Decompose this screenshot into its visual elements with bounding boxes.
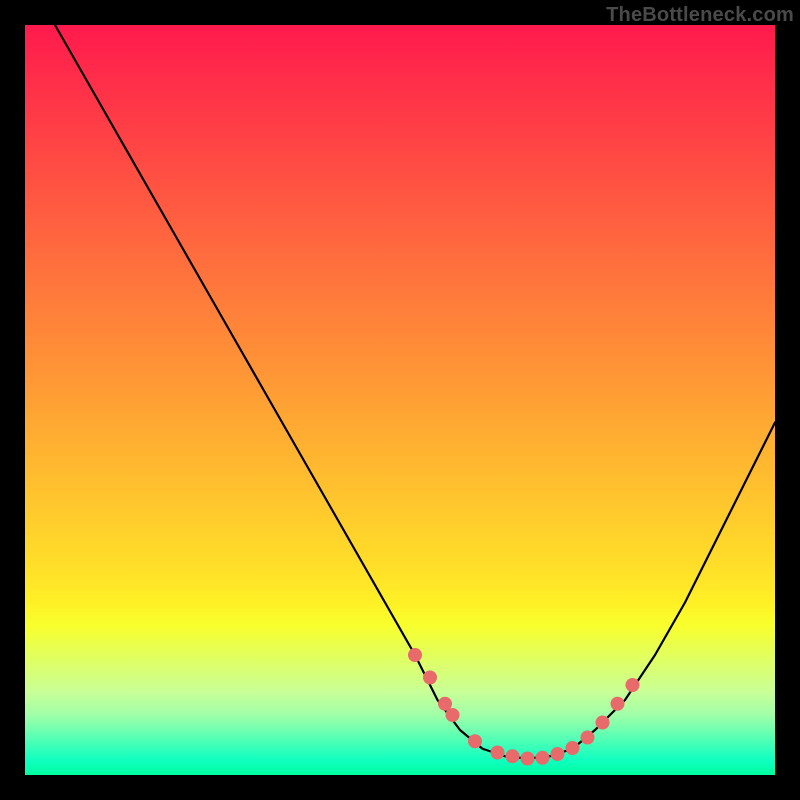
highlight-dot: [491, 746, 505, 760]
chart-frame: TheBottleneck.com: [0, 0, 800, 800]
highlight-dot: [596, 716, 610, 730]
highlight-dot: [423, 671, 437, 685]
highlight-dot: [566, 741, 580, 755]
highlight-dot: [506, 749, 520, 763]
plot-area: [25, 25, 775, 775]
highlight-dot: [446, 708, 460, 722]
highlight-dots: [408, 648, 640, 766]
watermark-text: TheBottleneck.com: [606, 4, 794, 27]
highlight-dot: [536, 751, 550, 765]
highlight-dot: [626, 678, 640, 692]
highlight-dot: [408, 648, 422, 662]
highlight-dot: [611, 697, 625, 711]
highlight-dot: [581, 731, 595, 745]
highlight-dot: [521, 752, 535, 766]
highlight-dot: [468, 734, 482, 748]
chart-svg: [25, 25, 775, 775]
highlight-dot: [551, 747, 565, 761]
